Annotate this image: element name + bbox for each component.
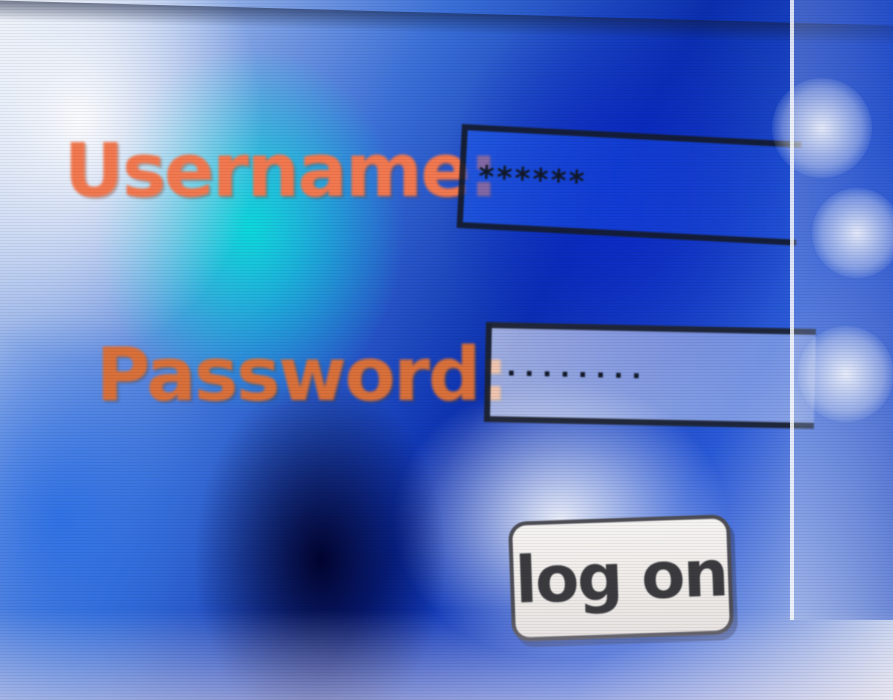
light-glare	[772, 78, 872, 178]
bottom-glare	[0, 610, 893, 700]
screen-photo: Username: ****** Password: ········ log …	[0, 0, 893, 700]
password-label: Password:	[96, 332, 509, 418]
username-label: Username:	[64, 128, 498, 214]
monitor-bezel-edge	[0, 0, 893, 47]
light-glare	[812, 188, 893, 278]
username-input[interactable]: ******	[456, 124, 802, 246]
light-glare	[798, 326, 893, 422]
password-input[interactable]: ········	[483, 322, 816, 429]
